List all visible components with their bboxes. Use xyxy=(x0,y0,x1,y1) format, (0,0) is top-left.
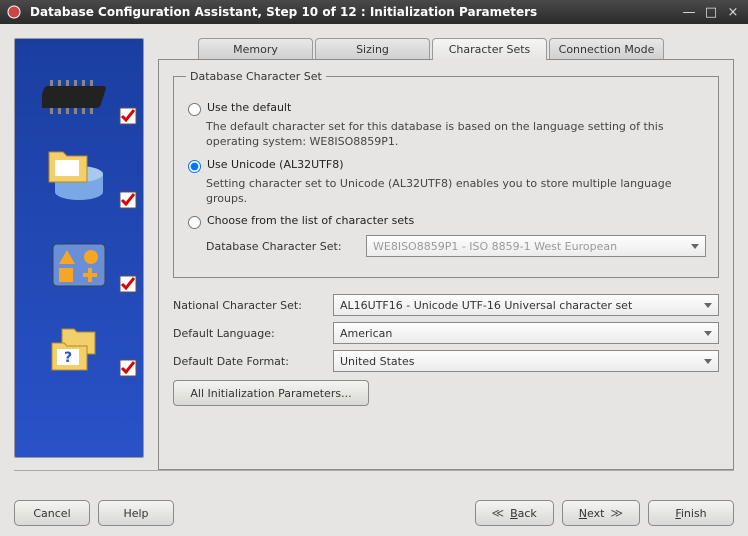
step-complete-check-icon xyxy=(119,107,139,127)
chevron-left-icon: ≪ xyxy=(492,506,505,520)
db-charset-label: Database Character Set: xyxy=(206,240,366,253)
back-button[interactable]: ≪ Back xyxy=(475,500,554,526)
svg-text:?: ? xyxy=(64,350,72,366)
default-language-select[interactable]: American xyxy=(333,322,719,344)
wizard-step-chip xyxy=(15,55,143,139)
footer-separator xyxy=(14,470,734,471)
next-button[interactable]: Next ≫ xyxy=(562,500,640,526)
radio-use-default-label: Use the default xyxy=(207,101,291,114)
radio-use-unicode-desc: Setting character set to Unicode (AL32UT… xyxy=(206,177,706,207)
tab-connection-mode[interactable]: Connection Mode xyxy=(549,38,664,60)
radio-use-unicode-label: Use Unicode (AL32UTF8) xyxy=(207,158,343,171)
tab-strip: Memory Sizing Character Sets Connection … xyxy=(198,38,734,60)
tab-panel: Database Character Set Use the default T… xyxy=(158,59,734,470)
step-complete-check-icon xyxy=(119,275,139,295)
help-button[interactable]: Help xyxy=(98,500,174,526)
radio-use-default[interactable] xyxy=(188,103,201,116)
radio-use-unicode[interactable] xyxy=(188,160,201,173)
tab-character-sets[interactable]: Character Sets xyxy=(432,38,547,60)
minimize-button[interactable]: — xyxy=(680,4,698,20)
window-title: Database Configuration Assistant, Step 1… xyxy=(30,5,676,19)
app-icon xyxy=(6,4,22,20)
wizard-step-scripts: ? xyxy=(15,307,143,391)
database-character-set-group: Database Character Set Use the default T… xyxy=(173,70,719,278)
wizard-steps-rail: ? xyxy=(14,38,144,458)
national-charset-label: National Character Set: xyxy=(173,299,333,312)
tab-memory[interactable]: Memory xyxy=(198,38,313,60)
radio-choose-list-label: Choose from the list of character sets xyxy=(207,214,414,227)
finish-button[interactable]: Finish xyxy=(648,500,734,526)
chevron-right-icon: ≫ xyxy=(610,506,623,520)
db-charset-select: WE8ISO8859P1 - ISO 8859-1 West European xyxy=(366,235,706,257)
step-complete-check-icon xyxy=(119,191,139,211)
radio-choose-list[interactable] xyxy=(188,216,201,229)
cancel-button[interactable]: Cancel xyxy=(14,500,90,526)
client-area: ? Memory Sizing Character Sets Connectio… xyxy=(0,24,748,536)
wizard-footer: Cancel Help ≪ Back Next ≫ Finish xyxy=(14,500,734,526)
radio-use-default-desc: The default character set for this datab… xyxy=(206,120,706,150)
group-legend: Database Character Set xyxy=(186,70,326,83)
wizard-step-options xyxy=(15,223,143,307)
wizard-step-storage xyxy=(15,139,143,223)
window-titlebar: Database Configuration Assistant, Step 1… xyxy=(0,0,748,24)
default-date-format-select[interactable]: United States xyxy=(333,350,719,372)
maximize-button[interactable]: □ xyxy=(702,4,720,20)
step-complete-check-icon xyxy=(119,359,139,379)
tab-sizing[interactable]: Sizing xyxy=(315,38,430,60)
national-charset-select[interactable]: AL16UTF16 - Unicode UTF-16 Universal cha… xyxy=(333,294,719,316)
all-init-params-button[interactable]: All Initialization Parameters... xyxy=(173,380,369,406)
default-language-label: Default Language: xyxy=(173,327,333,340)
close-button[interactable]: × xyxy=(724,4,742,20)
default-date-format-label: Default Date Format: xyxy=(173,355,333,368)
